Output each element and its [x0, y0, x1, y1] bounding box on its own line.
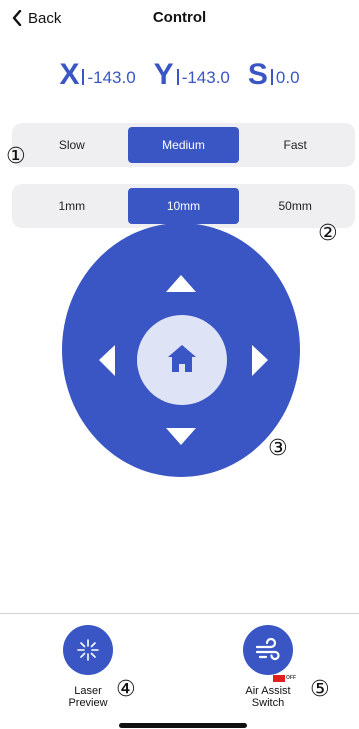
s-axis-label: S [247, 58, 268, 91]
home-indicator [119, 723, 247, 728]
annotation-marker-4: ④ [116, 677, 136, 702]
divider-bar [82, 69, 85, 85]
air-assist-label-line1: Air Assist [245, 685, 291, 697]
jog-pad [62, 223, 300, 477]
air-assist-switch-button[interactable] [243, 625, 293, 675]
step-option-1mm[interactable]: 1mm [16, 188, 128, 224]
x-value: -143.0 [87, 68, 136, 87]
down-arrow-icon[interactable] [161, 420, 201, 450]
right-arrow-icon[interactable] [243, 338, 273, 378]
y-axis-label: Y [153, 58, 174, 91]
x-coordinate: X -143.0 [59, 60, 135, 90]
s-coordinate: S 0.0 [248, 60, 300, 90]
step-option-10mm[interactable]: 10mm [127, 188, 240, 224]
laser-burst-icon [77, 639, 99, 661]
speed-option-slow[interactable]: Slow [16, 127, 128, 163]
annotation-marker-1: ① [6, 144, 26, 169]
off-indicator-text: OFF [286, 675, 296, 681]
position-readout: X -143.0 Y -143.0 S 0.0 [0, 60, 359, 90]
home-button[interactable] [137, 315, 227, 405]
step-option-50mm[interactable]: 50mm [239, 188, 351, 224]
page-title: Control [152, 9, 207, 26]
air-assist-label-line2: Switch [251, 697, 285, 709]
y-coordinate: Y -143.0 [154, 60, 230, 90]
bottom-divider [0, 613, 359, 614]
laser-preview-button[interactable] [63, 625, 113, 675]
annotation-marker-2: ② [318, 221, 338, 246]
speed-selector: Slow Medium Fast [12, 123, 355, 167]
step-selector: 1mm 10mm 50mm [12, 184, 355, 228]
air-flow-icon [255, 637, 280, 661]
left-arrow-icon[interactable] [90, 338, 120, 378]
speed-option-medium[interactable]: Medium [127, 127, 240, 163]
off-indicator-swatch [273, 674, 285, 682]
annotation-marker-5: ⑤ [310, 677, 330, 702]
air-assist-status-badge: OFF [273, 674, 296, 682]
up-arrow-icon[interactable] [161, 267, 201, 297]
speed-option-fast[interactable]: Fast [239, 127, 351, 163]
x-axis-label: X [59, 58, 80, 91]
divider-bar [270, 69, 273, 85]
air-assist-switch-label: Air Assist Switch [228, 685, 308, 709]
divider-bar [176, 69, 179, 85]
s-value: 0.0 [275, 68, 300, 87]
y-value: -143.0 [181, 68, 230, 87]
